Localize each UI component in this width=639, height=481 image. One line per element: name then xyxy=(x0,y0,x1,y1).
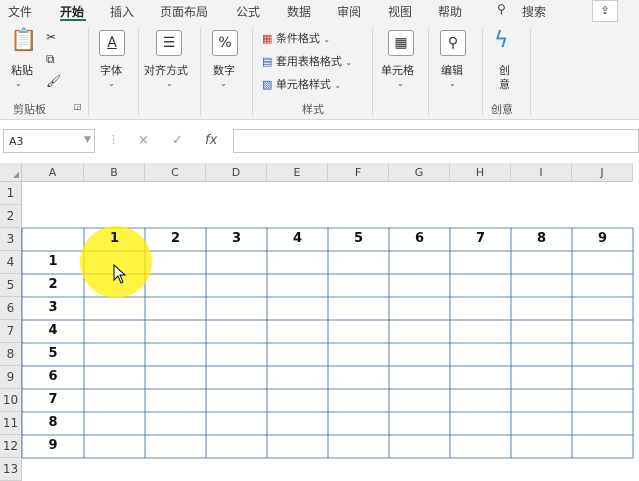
header-row-cell[interactable]: 7 xyxy=(450,231,511,246)
grid-lines xyxy=(21,227,634,459)
dialog-launcher-icon[interactable]: ◲ xyxy=(74,102,82,111)
function-icon[interactable]: fx xyxy=(205,133,217,148)
enter-icon[interactable]: ✓ xyxy=(172,133,183,148)
cell-styles-icon: ▧ xyxy=(262,78,273,91)
tab-insert[interactable]: 插入 xyxy=(110,3,134,20)
tab-search[interactable]: 搜索 xyxy=(522,3,546,20)
group-label-clipboard: 剪贴板 xyxy=(13,103,46,116)
chevron-down-icon[interactable]: ⌄ xyxy=(108,76,115,89)
header-column-cell[interactable]: 8 xyxy=(22,415,84,430)
header-row-cell[interactable]: 9 xyxy=(572,231,633,246)
tab-view[interactable]: 视图 xyxy=(388,3,412,20)
group-label-create: 创意 xyxy=(491,103,513,116)
lightning-icon[interactable]: ϟ xyxy=(494,28,509,53)
paste-icon[interactable]: 📋 xyxy=(10,28,37,53)
mouse-cursor-icon xyxy=(113,264,127,284)
conditional-format-icon: ▦ xyxy=(262,32,273,45)
format-as-table-button[interactable]: ▤ 套用表格格式 ⌄ xyxy=(262,53,352,69)
ribbon-tabs: 文件 开始 插入 页面布局 公式 数据 审阅 视图 帮助 ⚲ 搜索 ⇪ xyxy=(0,0,639,22)
group-divider xyxy=(482,28,483,116)
header-column-cell[interactable]: 2 xyxy=(22,277,84,292)
chevron-down-icon[interactable]: ⌄ xyxy=(15,76,22,89)
header-column-cell[interactable]: 9 xyxy=(22,438,84,453)
cell-styles-button[interactable]: ▧ 单元格样式 ⌄ xyxy=(262,76,341,92)
header-column-cell[interactable]: 1 xyxy=(22,254,84,269)
group-divider xyxy=(252,28,253,116)
header-column-cell[interactable]: 6 xyxy=(22,369,84,384)
create-label-2[interactable]: 意 xyxy=(499,76,510,92)
header-row-cell[interactable]: 8 xyxy=(511,231,572,246)
chevron-down-icon[interactable]: ⌄ xyxy=(220,76,227,89)
header-column-cell[interactable]: 3 xyxy=(22,300,84,315)
header-column-cell[interactable]: 5 xyxy=(22,346,84,361)
header-column-cell[interactable]: 7 xyxy=(22,392,84,407)
find-icon[interactable]: ⚲ xyxy=(440,30,466,56)
group-divider xyxy=(138,28,139,116)
formula-input[interactable] xyxy=(233,129,639,153)
group-divider xyxy=(200,28,201,116)
chevron-down-icon[interactable]: ⌄ xyxy=(166,76,173,89)
tab-home[interactable]: 开始 xyxy=(60,3,84,20)
tab-file[interactable]: 文件 xyxy=(8,3,32,20)
alignment-icon[interactable]: ☰ xyxy=(156,30,182,56)
tab-page-layout[interactable]: 页面布局 xyxy=(160,3,208,20)
ribbon: 📋 粘贴 ⌄ ✂ ⧉ 🖌 剪贴板 ◲ A 字体 ⌄ ☰ 对齐方式 ⌄ % 数字 … xyxy=(0,22,639,120)
chevron-down-icon[interactable]: ▼ xyxy=(84,135,91,145)
tab-help[interactable]: 帮助 xyxy=(438,3,462,20)
formula-bar: A3 ▼ ⋮ × ✓ fx xyxy=(0,127,639,157)
cells-icon[interactable]: ▦ xyxy=(388,30,414,56)
tab-review[interactable]: 审阅 xyxy=(337,3,361,20)
header-row-cell[interactable]: 6 xyxy=(389,231,450,246)
search-icon[interactable]: ⚲ xyxy=(497,2,506,16)
table-icon: ▤ xyxy=(262,55,273,68)
group-divider xyxy=(428,28,429,116)
percent-icon[interactable]: % xyxy=(212,30,238,56)
header-row-cell[interactable]: 3 xyxy=(206,231,267,246)
active-tab-indicator xyxy=(60,19,86,21)
chevron-down-icon[interactable]: ⌄ xyxy=(397,76,404,89)
chevron-down-icon[interactable]: ⌄ xyxy=(449,76,456,89)
header-row-cell[interactable]: 4 xyxy=(267,231,328,246)
worksheet-grid[interactable]: ◢ ABCDEFGHIJ 1 2 3 4 5 6 7 8 9 10 11 12 13 123456789… xyxy=(0,163,639,481)
group-label-styles: 样式 xyxy=(302,103,324,116)
cancel-icon[interactable]: × xyxy=(138,133,149,148)
conditional-format-button[interactable]: ▦ 条件格式 ⌄ xyxy=(262,30,330,46)
cut-icon[interactable]: ✂ xyxy=(46,30,56,44)
tab-formulas[interactable]: 公式 xyxy=(236,3,260,20)
format-painter-icon[interactable]: 🖌 xyxy=(46,74,61,88)
tab-data[interactable]: 数据 xyxy=(287,3,311,20)
header-row-cell[interactable]: 2 xyxy=(145,231,206,246)
share-icon[interactable]: ⇪ xyxy=(592,0,618,22)
font-icon[interactable]: A xyxy=(99,30,125,56)
name-box[interactable]: A3 xyxy=(3,129,95,153)
header-column-cell[interactable]: 4 xyxy=(22,323,84,338)
header-row-cell[interactable]: 1 xyxy=(84,231,145,246)
copy-icon[interactable]: ⧉ xyxy=(46,52,55,67)
group-divider xyxy=(88,28,89,116)
group-divider xyxy=(372,28,373,116)
header-row-cell[interactable]: 5 xyxy=(328,231,389,246)
more-icon: ⋮ xyxy=(108,133,119,146)
group-divider xyxy=(530,28,531,116)
